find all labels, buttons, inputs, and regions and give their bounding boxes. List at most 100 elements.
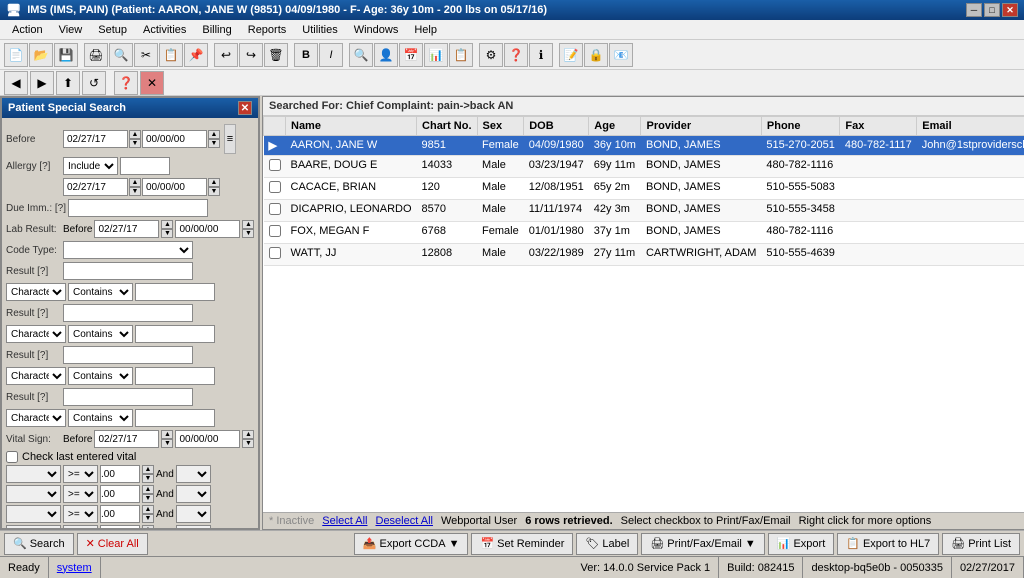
vital-val-3-up[interactable]: ▲: [142, 505, 154, 514]
tb-paste[interactable]: 📌: [184, 43, 208, 67]
tb-patient[interactable]: 👤: [374, 43, 398, 67]
allergy-date-input[interactable]: [63, 178, 128, 196]
table-row[interactable]: CACACE, BRIAN120Male12/08/195165y 2mBOND…: [264, 178, 1024, 200]
col-age[interactable]: Age: [589, 117, 641, 136]
print-fax-button[interactable]: 🖨 Print/Fax/Email ▼: [641, 533, 764, 555]
print-dropdown[interactable]: ▼: [745, 538, 756, 550]
vital-time-up[interactable]: ▲: [242, 430, 254, 439]
vital-sel-1a[interactable]: [6, 465, 61, 483]
tb-extra3[interactable]: 📧: [609, 43, 633, 67]
result-input-1[interactable]: [63, 262, 193, 280]
result-char-sel-1[interactable]: Character: [6, 283, 66, 301]
vital-val-1-down[interactable]: ▼: [142, 474, 154, 483]
table-row[interactable]: DICAPRIO, LEONARDO8570Male11/11/197442y …: [264, 200, 1024, 222]
result-contains-sel-2[interactable]: Contains: [68, 325, 133, 343]
result-contains-sel-4[interactable]: Contains: [68, 409, 133, 427]
close-btn[interactable]: ✕: [1002, 3, 1018, 17]
maximize-btn[interactable]: □: [984, 3, 1000, 17]
tb2-help2[interactable]: ❓: [114, 71, 138, 95]
col-provider[interactable]: Provider: [641, 117, 761, 136]
tb-copy[interactable]: 📋: [159, 43, 183, 67]
tb2-home[interactable]: ⬆: [56, 71, 80, 95]
result-input-2[interactable]: [63, 304, 193, 322]
export-button[interactable]: 📊 Export: [768, 533, 835, 555]
tb2-back[interactable]: ◀: [4, 71, 28, 95]
vital-time-down[interactable]: ▼: [242, 439, 254, 448]
table-row[interactable]: WATT, JJ12808Male03/22/198927y 11mCARTWR…: [264, 244, 1024, 266]
due-imm-input[interactable]: [68, 199, 208, 217]
result-contains-sel-3[interactable]: Contains: [68, 367, 133, 385]
menu-reports[interactable]: Reports: [240, 22, 295, 38]
tb-redo[interactable]: ↪: [239, 43, 263, 67]
tb-print[interactable]: 🖨: [84, 43, 108, 67]
allergy-input[interactable]: [120, 157, 170, 175]
tb-chart[interactable]: 📊: [424, 43, 448, 67]
table-row[interactable]: FOX, MEGAN F6768Female01/01/198037y 1mBO…: [264, 222, 1024, 244]
result-input-4[interactable]: [63, 388, 193, 406]
print-list-button[interactable]: 🖨 Print List: [942, 533, 1020, 555]
before-date-spinner[interactable]: ▲ ▼: [129, 130, 141, 148]
tb-preview[interactable]: 🔍: [109, 43, 133, 67]
vital-val-2[interactable]: [100, 485, 140, 503]
vital-cmp-1[interactable]: >=: [63, 465, 98, 483]
row-checkbox[interactable]: [269, 225, 281, 237]
vital-cmp-3[interactable]: >=: [63, 505, 98, 523]
clear-all-button[interactable]: ✕ Clear All: [77, 533, 148, 555]
tb-report[interactable]: 📋: [449, 43, 473, 67]
deselect-all-link[interactable]: Deselect All: [376, 515, 433, 527]
tb2-forward[interactable]: ▶: [30, 71, 54, 95]
col-fax[interactable]: Fax: [840, 117, 917, 136]
col-name[interactable]: Name: [286, 117, 417, 136]
row-checkbox[interactable]: [269, 203, 281, 215]
result-val-2[interactable]: [135, 325, 215, 343]
col-email[interactable]: Email: [917, 117, 1024, 136]
col-phone[interactable]: Phone: [761, 117, 840, 136]
result-val-3[interactable]: [135, 367, 215, 385]
search-button[interactable]: 🔍 Search: [4, 533, 74, 555]
set-reminder-button[interactable]: 📅 Set Reminder: [471, 533, 573, 555]
result-char-sel-4[interactable]: Character: [6, 409, 66, 427]
menu-setup[interactable]: Setup: [90, 22, 135, 38]
menu-help[interactable]: Help: [406, 22, 445, 38]
tb2-close[interactable]: ✕: [140, 71, 164, 95]
before-date-up[interactable]: ▲: [129, 130, 141, 139]
tb-save[interactable]: 💾: [54, 43, 78, 67]
menu-billing[interactable]: Billing: [194, 22, 239, 38]
tb-calendar[interactable]: 📅: [399, 43, 423, 67]
vital-val-1[interactable]: [100, 465, 140, 483]
col-chart[interactable]: Chart No.: [417, 117, 478, 136]
before-time-up[interactable]: ▲: [208, 130, 220, 139]
export-hl7-button[interactable]: 📋 Export to HL7: [837, 533, 939, 555]
result-contains-sel-1[interactable]: Contains: [68, 283, 133, 301]
vital-val-2-down[interactable]: ▼: [142, 494, 154, 503]
row-checkbox[interactable]: [269, 181, 281, 193]
vital-and-sel-3[interactable]: [176, 505, 211, 523]
result-char-sel-2[interactable]: Character: [6, 325, 66, 343]
tb2-refresh[interactable]: ↺: [82, 71, 106, 95]
vital-cmp-2[interactable]: >=: [63, 485, 98, 503]
tb-extra2[interactable]: 🔒: [584, 43, 608, 67]
select-all-link[interactable]: Select All: [322, 515, 367, 527]
menu-utilities[interactable]: Utilities: [294, 22, 345, 38]
vital-and-sel-2[interactable]: [176, 485, 211, 503]
vital-date-input[interactable]: [94, 430, 159, 448]
tb-new[interactable]: 📄: [4, 43, 28, 67]
vital-date-down[interactable]: ▼: [161, 439, 173, 448]
vital-val-1-up[interactable]: ▲: [142, 465, 154, 474]
lab-time-up[interactable]: ▲: [242, 220, 254, 229]
col-dob[interactable]: DOB: [524, 117, 589, 136]
tb-open[interactable]: 📂: [29, 43, 53, 67]
lab-date-down[interactable]: ▼: [161, 229, 173, 238]
lab-time-down[interactable]: ▼: [242, 229, 254, 238]
tb-extra1[interactable]: 📝: [559, 43, 583, 67]
allergy-time-up[interactable]: ▲: [208, 178, 220, 187]
vital-sel-3a[interactable]: [6, 505, 61, 523]
vital-and-sel-1[interactable]: [176, 465, 211, 483]
check-last-vital-cb[interactable]: [6, 451, 18, 463]
vital-date-up[interactable]: ▲: [161, 430, 173, 439]
tb-undo[interactable]: ↩: [214, 43, 238, 67]
code-type-select[interactable]: [63, 241, 193, 259]
lab-date-up[interactable]: ▲: [161, 220, 173, 229]
before-time-down[interactable]: ▼: [208, 139, 220, 148]
allergy-date-down[interactable]: ▼: [129, 187, 141, 196]
